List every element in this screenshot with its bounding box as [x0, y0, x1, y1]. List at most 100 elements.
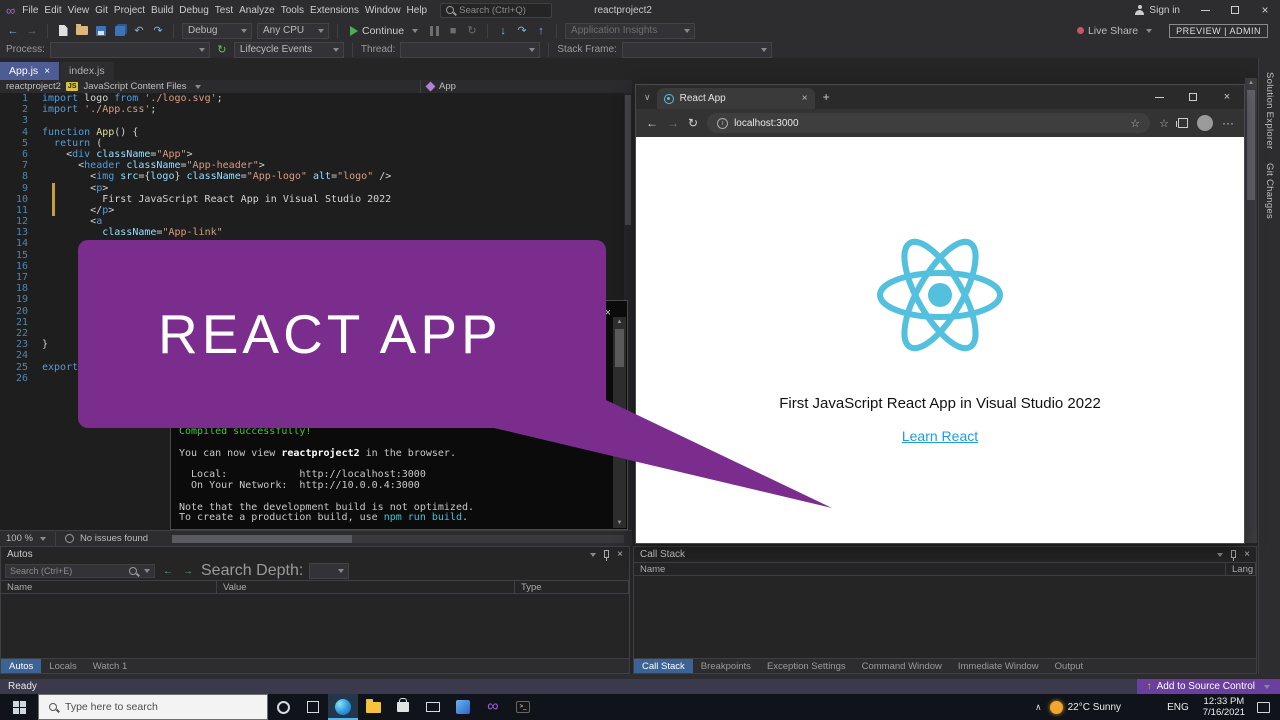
- browser-forward-icon[interactable]: →: [667, 116, 679, 130]
- browser-tab[interactable]: React App ×: [656, 88, 815, 109]
- action-center-icon[interactable]: [1257, 701, 1270, 713]
- autos-body[interactable]: [1, 594, 629, 658]
- add-favorite-icon[interactable]: ☆: [1130, 117, 1140, 130]
- menu-edit[interactable]: Edit: [41, 5, 64, 16]
- tool-tab-call-stack[interactable]: Call Stack: [634, 659, 693, 673]
- language-indicator[interactable]: ENG: [1167, 702, 1189, 713]
- breadcrumb-project[interactable]: reactproject2: [6, 81, 61, 92]
- mail-icon[interactable]: [418, 694, 448, 720]
- menu-file[interactable]: File: [19, 5, 41, 16]
- browser-back-icon[interactable]: ←: [646, 116, 658, 130]
- platform-dropdown[interactable]: Any CPU: [257, 22, 329, 39]
- thread-dropdown[interactable]: [400, 41, 541, 58]
- breadcrumb-section[interactable]: JavaScript Content Files: [83, 81, 186, 92]
- scroll-down-icon[interactable]: ▼: [617, 518, 623, 528]
- favorites-icon[interactable]: ☆: [1159, 117, 1169, 130]
- menu-tools[interactable]: Tools: [278, 5, 307, 16]
- tool-tab-autos[interactable]: Autos: [1, 659, 42, 673]
- main-scrollbar[interactable]: ▲: [1245, 78, 1257, 543]
- undo-icon[interactable]: ↶: [132, 23, 146, 39]
- save-all-icon[interactable]: [113, 23, 127, 39]
- autos-close-icon[interactable]: ×: [617, 549, 623, 560]
- stack-frame-dropdown[interactable]: [621, 41, 772, 58]
- tab-close-icon[interactable]: ×: [44, 66, 50, 77]
- learn-react-link[interactable]: Learn React: [902, 428, 978, 444]
- add-to-source-control-button[interactable]: ↑ Add to Source Control: [1136, 679, 1280, 694]
- browser-close-button[interactable]: ×: [1210, 85, 1244, 109]
- zoom-control[interactable]: 100 %: [6, 533, 46, 544]
- column-name[interactable]: Name: [634, 563, 1226, 575]
- menu-build[interactable]: Build: [148, 5, 176, 16]
- navigate-back-icon[interactable]: ←: [6, 23, 20, 39]
- column-name[interactable]: Name: [1, 581, 217, 593]
- live-share-button[interactable]: Live Share: [1076, 25, 1153, 37]
- tab-index-js[interactable]: index.js: [60, 62, 114, 80]
- open-file-icon[interactable]: [75, 23, 89, 39]
- url-text[interactable]: localhost:3000: [734, 118, 799, 129]
- close-button[interactable]: ×: [1250, 0, 1280, 20]
- column-value[interactable]: Value: [217, 581, 515, 593]
- browser-refresh-icon[interactable]: ↻: [688, 116, 698, 130]
- start-button[interactable]: [0, 694, 38, 720]
- edge-icon[interactable]: [328, 694, 358, 720]
- cortana-icon[interactable]: [268, 694, 298, 720]
- process-dropdown[interactable]: [49, 41, 210, 58]
- continue-button[interactable]: Continue: [346, 25, 422, 37]
- autos-search-input[interactable]: Search (Ctrl+E): [5, 564, 155, 578]
- step-into-icon[interactable]: ↓: [496, 23, 510, 39]
- save-icon[interactable]: [94, 23, 108, 39]
- store-icon[interactable]: [388, 694, 418, 720]
- restart-icon[interactable]: ↻: [465, 23, 479, 39]
- menu-view[interactable]: View: [65, 5, 93, 16]
- tool-tab-output[interactable]: Output: [1047, 659, 1092, 673]
- visual-studio-icon[interactable]: [478, 694, 508, 720]
- file-explorer-icon[interactable]: [358, 694, 388, 720]
- tab-app-js[interactable]: App.js ×: [0, 62, 60, 80]
- site-info-icon[interactable]: i: [717, 117, 729, 129]
- tool-tab-breakpoints[interactable]: Breakpoints: [693, 659, 759, 673]
- break-all-icon[interactable]: [427, 23, 441, 39]
- breadcrumb-dropdown-icon[interactable]: [195, 84, 202, 89]
- quick-search[interactable]: Search (Ctrl+Q): [440, 2, 553, 18]
- terminal-icon[interactable]: [508, 694, 538, 720]
- tab-search-icon[interactable]: ∨: [644, 92, 651, 103]
- new-file-icon[interactable]: [56, 23, 70, 39]
- lifecycle-events-dropdown[interactable]: Lifecycle Events: [233, 41, 344, 58]
- dock-tab-solution-explorer[interactable]: Solution Explorer: [1264, 72, 1275, 149]
- address-bar[interactable]: i localhost:3000 ☆: [707, 113, 1151, 133]
- column-lang[interactable]: Lang: [1226, 563, 1256, 575]
- navigate-forward-icon[interactable]: →: [25, 23, 39, 39]
- weather-widget[interactable]: 22°C Sunny: [1049, 700, 1121, 714]
- stop-icon[interactable]: ■: [446, 23, 460, 39]
- application-insights-dropdown[interactable]: Application Insights: [565, 22, 696, 39]
- menu-extensions[interactable]: Extensions: [307, 5, 362, 16]
- clock[interactable]: 12:33 PM 7/16/2021: [1203, 696, 1245, 719]
- tab-close-icon[interactable]: ×: [802, 93, 808, 104]
- taskbar-search[interactable]: Type here to search: [38, 694, 268, 720]
- tool-tab-immediate-window[interactable]: Immediate Window: [950, 659, 1047, 673]
- new-tab-button[interactable]: +: [823, 90, 830, 104]
- scrollbar-thumb[interactable]: [1247, 90, 1255, 200]
- tool-tab-command-window[interactable]: Command Window: [854, 659, 950, 673]
- browser-minimize-button[interactable]: [1142, 85, 1176, 109]
- search-prev-icon[interactable]: ←: [161, 563, 175, 579]
- callstack-close-icon[interactable]: ×: [1244, 549, 1250, 560]
- photos-icon[interactable]: [448, 694, 478, 720]
- redo-icon[interactable]: ↷: [151, 23, 165, 39]
- minimize-button[interactable]: [1190, 0, 1220, 20]
- column-type[interactable]: Type: [515, 581, 629, 593]
- menu-debug[interactable]: Debug: [176, 5, 211, 16]
- horizontal-scrollbar[interactable]: [172, 535, 624, 543]
- menu-git[interactable]: Git: [92, 5, 111, 16]
- profile-avatar[interactable]: [1197, 115, 1213, 131]
- maximize-button[interactable]: [1220, 0, 1250, 20]
- menu-window[interactable]: Window: [362, 5, 404, 16]
- pin-icon[interactable]: [604, 549, 610, 561]
- scroll-up-icon[interactable]: ▲: [1248, 78, 1254, 88]
- scope-selector[interactable]: App: [420, 80, 632, 93]
- collections-icon[interactable]: [1176, 118, 1188, 128]
- callstack-body[interactable]: [634, 576, 1256, 658]
- menu-test[interactable]: Test: [212, 5, 236, 16]
- menu-analyze[interactable]: Analyze: [236, 5, 278, 16]
- browser-maximize-button[interactable]: [1176, 85, 1210, 109]
